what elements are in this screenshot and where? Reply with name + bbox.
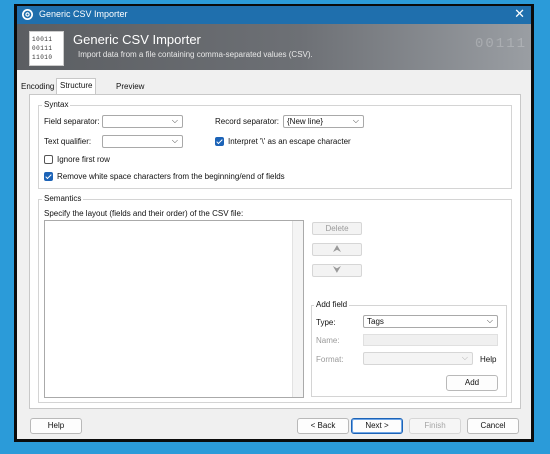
window-title: Generic CSV Importer — [39, 9, 128, 19]
add-button[interactable]: Add — [446, 375, 498, 391]
logo-line: 11010 — [32, 54, 53, 61]
text-qualifier-label: Text qualifier: — [44, 137, 92, 146]
title-bar: Generic CSV Importer ✕ — [17, 6, 531, 24]
header-subtitle: Import data from a file containing comma… — [78, 50, 313, 59]
logo-line: 00111 — [32, 45, 53, 52]
type-label: Type: — [316, 318, 336, 327]
tab-structure[interactable]: Structure — [56, 78, 97, 94]
syntax-group-label: Syntax — [42, 100, 71, 109]
move-down-icon[interactable]: ⮟ — [312, 264, 362, 277]
add-field-group-label: Add field — [314, 300, 350, 309]
format-label: Format: — [316, 355, 344, 364]
fields-list-scrollbar[interactable] — [292, 221, 303, 397]
record-separator-value: {New line} — [287, 117, 324, 126]
next-button[interactable]: Next > — [351, 418, 403, 434]
header-decoration: 00111 — [474, 36, 527, 52]
tab-preview[interactable]: Preview — [113, 80, 147, 93]
record-separator-label: Record separator: — [215, 117, 280, 126]
record-separator-select[interactable]: {New line} ⌵ — [283, 115, 364, 128]
move-up-icon[interactable]: ⮝ — [312, 243, 362, 256]
chevron-down-icon: ⌵ — [171, 116, 178, 125]
chevron-down-icon: ⌵ — [461, 353, 468, 362]
wizard-header: 10011 00111 11010 Generic CSV Importer I… — [17, 24, 531, 70]
finish-button[interactable]: Finish — [409, 418, 461, 434]
remove-whitespace-checkbox[interactable] — [44, 172, 53, 181]
help-button[interactable]: Help — [30, 418, 82, 434]
chevron-down-icon: ⌵ — [352, 116, 359, 125]
remove-whitespace-label: Remove white space characters from the b… — [57, 172, 285, 181]
ignore-first-row-label: Ignore first row — [57, 155, 110, 164]
field-separator-label: Field separator: — [44, 117, 100, 126]
csv-logo-icon: 10011 00111 11010 — [29, 31, 64, 66]
close-icon[interactable]: ✕ — [514, 7, 525, 21]
field-separator-select[interactable]: ⌵ — [102, 115, 183, 128]
interpret-escape-checkbox[interactable] — [215, 137, 224, 146]
logo-line: 10011 — [32, 36, 53, 43]
text-qualifier-select[interactable]: ⌵ — [102, 135, 183, 148]
interpret-escape-label: Interpret '\' as an escape character — [228, 137, 351, 146]
back-button[interactable]: < Back — [297, 418, 349, 434]
ignore-first-row-checkbox[interactable] — [44, 155, 53, 164]
format-select[interactable]: ⌵ — [363, 352, 473, 365]
field-type-select[interactable]: Tags ⌵ — [363, 315, 498, 328]
header-title: Generic CSV Importer — [73, 32, 201, 47]
tab-encoding[interactable]: Encoding — [18, 80, 57, 93]
semantics-group-label: Semantics — [42, 194, 84, 203]
delete-button[interactable]: Delete — [312, 222, 362, 235]
chevron-down-icon: ⌵ — [171, 136, 178, 145]
chevron-down-icon: ⌵ — [486, 316, 493, 325]
format-help-link[interactable]: Help — [480, 355, 496, 364]
layout-instructions: Specify the layout (fields and their ord… — [44, 209, 244, 218]
name-label: Name: — [316, 336, 340, 345]
fields-list[interactable] — [44, 220, 304, 398]
field-type-value: Tags — [367, 317, 384, 326]
app-icon — [22, 9, 33, 20]
cancel-button[interactable]: Cancel — [467, 418, 519, 434]
name-input[interactable] — [363, 334, 498, 346]
